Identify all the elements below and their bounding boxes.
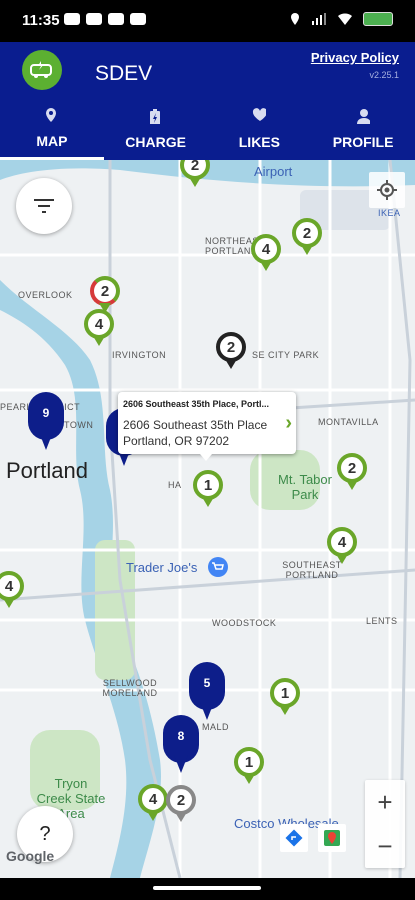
map-label-city: Portland: [6, 458, 88, 483]
help-label: ?: [39, 822, 51, 845]
charger-pin[interactable]: 2: [337, 453, 367, 491]
tab-charge[interactable]: CHARGE: [104, 98, 208, 160]
charger-pin[interactable]: 4: [138, 784, 168, 822]
charger-pin[interactable]: 4: [327, 527, 357, 565]
app-header: SDEV Privacy Policy v2.25.1 MAP CHARGE L…: [0, 42, 415, 160]
tab-label: MAP: [36, 132, 68, 149]
map-label: OVERLOOK: [18, 290, 73, 300]
tab-bar: MAP CHARGE LIKES PROFILE: [0, 98, 415, 160]
person-icon: [357, 109, 371, 124]
charger-pin[interactable]: 2: [180, 160, 210, 188]
map-label: LENTS: [366, 616, 398, 626]
notification-icons: [64, 13, 146, 25]
map-label: SE CITY PARK: [252, 350, 320, 360]
map-label: NORTHEAST PORTLAND: [205, 236, 265, 256]
battery-icon: [363, 12, 393, 26]
tab-likes[interactable]: LIKES: [208, 98, 312, 160]
location-info-popup[interactable]: 2606 Southeast 35th Place, Portl... 2606…: [118, 392, 296, 461]
tab-map[interactable]: MAP: [0, 98, 104, 160]
zoom-in-button[interactable]: +: [365, 780, 405, 824]
zoom-out-button[interactable]: −: [365, 824, 405, 868]
chevron-right-icon[interactable]: ›: [285, 412, 292, 435]
map-label: Airport: [254, 164, 293, 179]
map-label: Mt. Tabor Park: [278, 472, 332, 502]
charger-pin[interactable]: 2: [216, 332, 246, 370]
map-label: MALD: [202, 722, 230, 732]
privacy-policy-link[interactable]: Privacy Policy: [311, 50, 399, 65]
directions-icon: [285, 829, 303, 847]
map-label: IKEA: [378, 208, 401, 218]
zoom-controls: + −: [365, 780, 405, 868]
navigation-bar: [0, 878, 415, 900]
charger-pin[interactable]: 4: [251, 234, 281, 272]
popup-tail: [200, 454, 212, 461]
battery-icon: [149, 109, 160, 124]
system-icons: [289, 12, 393, 26]
map-label: HA: [168, 480, 182, 490]
my-location-button[interactable]: [369, 172, 405, 208]
map-base-layer: [0, 160, 415, 878]
status-time: 11:35: [22, 12, 60, 29]
heart-icon: [253, 108, 267, 121]
map-pin-icon: [45, 107, 56, 122]
google-maps-icon: [324, 830, 340, 846]
cluster-pin[interactable]: 5: [189, 662, 225, 722]
status-bar: 11:35: [0, 0, 415, 42]
youtube-icon: [108, 13, 124, 25]
charger-pin[interactable]: 1: [193, 470, 223, 508]
map-label: TOWN: [64, 420, 94, 430]
map-label: WOODSTOCK: [212, 618, 277, 628]
shopping-cart-icon[interactable]: [207, 556, 229, 578]
crosshair-icon: [377, 180, 397, 200]
map-label: Trader Joe's: [126, 560, 198, 575]
youtube-icon: [130, 13, 146, 25]
filter-button[interactable]: [16, 178, 72, 234]
popup-title: 2606 Southeast 35th Place, Portl...: [123, 399, 270, 409]
location-icon: [291, 13, 299, 25]
popup-address-line2: Portland, OR 97202: [123, 434, 230, 448]
map-view[interactable]: Airport IKEA NORTHEAST PORTLAND OVERLOOK…: [0, 160, 415, 878]
charger-pin[interactable]: 1: [270, 678, 300, 716]
charger-pin[interactable]: 4: [0, 571, 24, 609]
app-title: SDEV: [95, 62, 153, 85]
cluster-pin[interactable]: 9: [28, 392, 64, 452]
open-in-maps-button[interactable]: [318, 824, 346, 852]
cluster-pin[interactable]: 8: [163, 715, 199, 775]
wifi-icon: [338, 13, 352, 25]
charger-pin[interactable]: 2: [292, 218, 322, 256]
notification-icon: [64, 13, 80, 25]
map-label: IRVINGTON: [112, 350, 167, 360]
car-charging-icon: [30, 61, 52, 78]
tab-label: PROFILE: [332, 134, 394, 150]
directions-button[interactable]: [280, 824, 308, 852]
charger-pin[interactable]: 4: [84, 309, 114, 347]
charger-pin[interactable]: 2: [166, 785, 196, 823]
tab-label: LIKES: [238, 134, 280, 150]
popup-address-line1: 2606 Southeast 35th Place: [123, 418, 268, 432]
google-logo: Google: [6, 848, 55, 864]
charger-pin[interactable]: 1: [234, 747, 264, 785]
tab-profile[interactable]: PROFILE: [311, 98, 415, 160]
signal-icon: [312, 13, 326, 25]
filter-icon: [34, 199, 54, 213]
app-logo: [22, 50, 62, 90]
version-label: v2.25.1: [369, 70, 399, 80]
home-indicator[interactable]: [153, 886, 261, 890]
tab-label: CHARGE: [125, 134, 186, 150]
map-label: MONTAVILLA: [318, 417, 379, 427]
map-label: SELLWOOD MORELAND: [102, 678, 158, 698]
youtube-icon: [86, 13, 102, 25]
